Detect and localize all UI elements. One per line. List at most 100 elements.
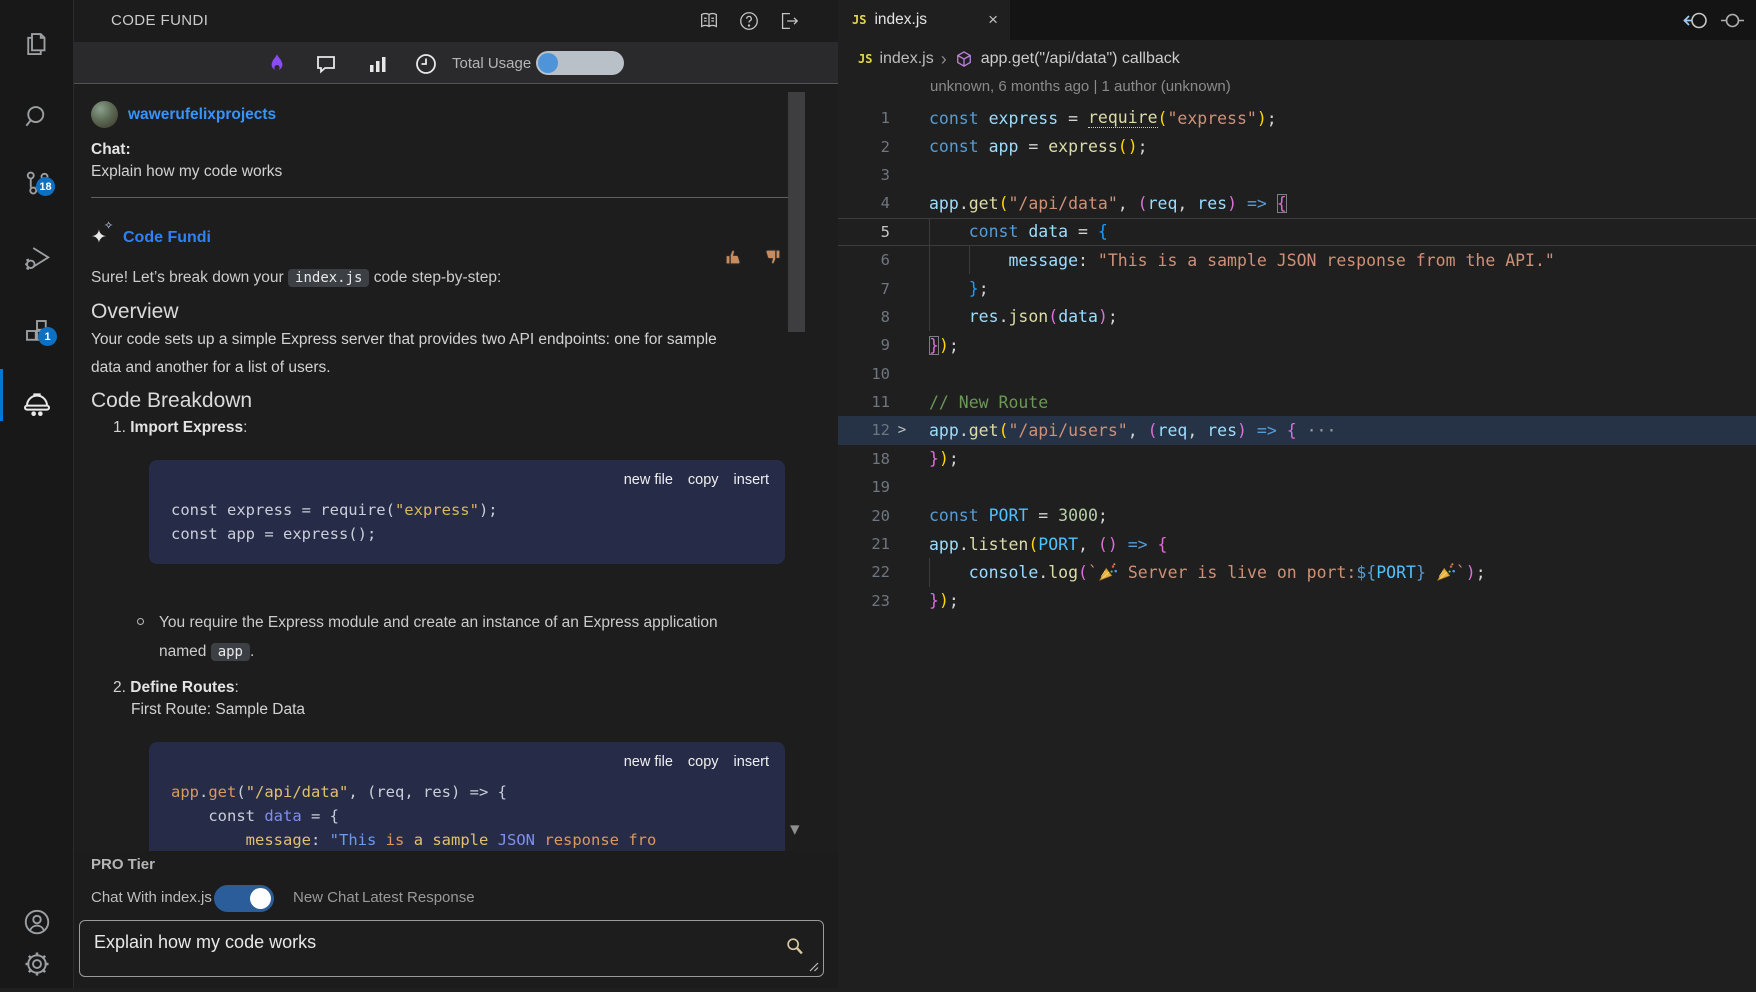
- codeblock-action-insert[interactable]: insert: [734, 472, 769, 488]
- run-debug-icon: [22, 243, 52, 273]
- scroll-down-icon[interactable]: ▾: [790, 818, 800, 841]
- code-block-actions: new file copy insert: [624, 472, 769, 488]
- codeblock-action-copy[interactable]: copy: [688, 754, 719, 770]
- back-reference-icon[interactable]: [1682, 7, 1709, 34]
- activity-source-control[interactable]: 18: [0, 155, 73, 211]
- codeblock-line: message: "This is a sample JSON response…: [171, 828, 765, 851]
- active-indicator: [0, 369, 3, 421]
- chat-message-area: wawerufelixprojects Chat: Explain how my…: [74, 85, 839, 851]
- user-message-text: Explain how my code works: [91, 163, 721, 181]
- flame-icon[interactable]: [263, 50, 291, 78]
- resize-grip-icon[interactable]: [807, 960, 819, 972]
- line-number: 18: [838, 450, 890, 468]
- user-message-header: wawerufelixprojects: [91, 101, 721, 128]
- codeblock-line: const data = {: [171, 804, 765, 828]
- thumbs-down-icon[interactable]: [761, 246, 783, 268]
- code-line-7[interactable]: 7 };: [838, 274, 1756, 302]
- overview-heading: Overview: [91, 300, 721, 324]
- fold-chevron-icon[interactable]: >: [890, 422, 914, 438]
- codeblock-line: app.get("/api/data", (req, res) => {: [171, 780, 765, 804]
- chat-scrollbar-thumb[interactable]: [788, 92, 805, 332]
- thumbs-up-icon[interactable]: [723, 246, 745, 268]
- code-lines[interactable]: 1const express = require("express");2con…: [838, 104, 1756, 615]
- breakdown-heading: Code Breakdown: [91, 389, 721, 413]
- git-blame-annotation: unknown, 6 months ago | 1 author (unknow…: [930, 78, 1231, 95]
- chat-with-file-toggle[interactable]: [214, 885, 274, 912]
- sign-out-icon[interactable]: [776, 8, 802, 34]
- new-chat-button[interactable]: New Chat: [293, 889, 359, 906]
- message-divider: [91, 197, 791, 198]
- line-number: 2: [838, 138, 890, 156]
- activity-extensions[interactable]: 1: [0, 303, 73, 359]
- code-line-18[interactable]: 18});: [838, 445, 1756, 473]
- toggle-knob: [538, 53, 558, 73]
- code-line-1[interactable]: 1const express = require("express");: [838, 104, 1756, 132]
- code-line-9[interactable]: 9});: [838, 331, 1756, 359]
- inline-code-indexjs: index.js: [288, 269, 369, 287]
- line-number: 6: [838, 251, 890, 269]
- chat-label: Chat:: [91, 141, 721, 159]
- code-line-11[interactable]: 11// New Route: [838, 388, 1756, 416]
- activity-code-fundi[interactable]: [0, 375, 73, 431]
- chat-code-block-2: new file copy insert app.get("/api/data", …: [149, 742, 785, 851]
- codeblock-action-insert[interactable]: insert: [734, 754, 769, 770]
- breadcrumb-symbol[interactable]: app.get("/api/data") callback: [981, 50, 1180, 68]
- code-line-22[interactable]: 22 console.log(` Server is live on port:…: [838, 558, 1756, 586]
- tab-label: index.js: [874, 11, 927, 29]
- symbol-cube-icon: [954, 49, 974, 69]
- close-tab-icon[interactable]: ×: [988, 10, 998, 30]
- overview-body: Your code sets up a simple Express serve…: [91, 326, 721, 382]
- activity-bar: 18 1: [0, 0, 73, 988]
- code-line-23[interactable]: 23});: [838, 587, 1756, 615]
- code-line-6[interactable]: 6 message: "This is a sample JSON respon…: [838, 246, 1756, 274]
- js-file-icon: JS: [858, 52, 872, 66]
- party-popper-icon: [1436, 562, 1456, 582]
- code-line-10[interactable]: 10: [838, 360, 1756, 388]
- list-item-2-sub: First Route: Sample Data: [131, 701, 721, 719]
- chevron-right-icon: ›: [941, 49, 947, 70]
- chat-code-block-1: new file copy insert const express = requi…: [149, 460, 785, 564]
- source-control-badge: 18: [36, 177, 55, 196]
- assistant-name[interactable]: Code Fundi: [123, 229, 211, 247]
- breadcrumb[interactable]: JS index.js › app.get("/api/data") callb…: [858, 42, 1180, 76]
- code-line-8[interactable]: 8 res.json(data);: [838, 303, 1756, 331]
- line-number: 12: [838, 421, 890, 439]
- code-line-19[interactable]: 19: [838, 473, 1756, 501]
- stats-bars-icon[interactable]: [364, 50, 392, 78]
- total-usage-toggle[interactable]: [536, 51, 624, 75]
- tab-indexjs[interactable]: JS index.js ×: [838, 0, 1010, 40]
- bullet-item: You require the Express module and creat…: [159, 608, 719, 667]
- inline-breakpoint-icon[interactable]: [1719, 7, 1746, 34]
- send-search-icon[interactable]: [784, 936, 806, 958]
- breadcrumb-file[interactable]: index.js: [879, 50, 933, 68]
- line-number: 3: [838, 166, 890, 184]
- code-line-20[interactable]: 20const PORT = 3000;: [838, 501, 1756, 529]
- help-icon[interactable]: [736, 8, 762, 34]
- user-name[interactable]: wawerufelixprojects: [128, 106, 276, 124]
- bullet-circle-icon: [137, 618, 144, 625]
- code-line-2[interactable]: 2const app = express();: [838, 132, 1756, 160]
- history-clock-icon[interactable]: [412, 50, 440, 78]
- activity-settings[interactable]: [0, 936, 73, 992]
- codeblock-action-new-file[interactable]: new file: [624, 754, 673, 770]
- latest-response-button[interactable]: Latest Response: [362, 889, 475, 906]
- codeblock-line: const express = require("express");: [171, 498, 765, 522]
- code-line-5[interactable]: 5 const data = {: [838, 218, 1756, 246]
- chat-bubble-icon[interactable]: [312, 50, 340, 78]
- code-line-3[interactable]: 3: [838, 161, 1756, 189]
- activity-run-debug[interactable]: [0, 230, 73, 286]
- codeblock-action-copy[interactable]: copy: [688, 472, 719, 488]
- line-number: 7: [838, 280, 890, 298]
- assistant-header: ✦✧ Code Fundi: [91, 228, 721, 247]
- editor-region: JS index.js × JS index.js › app.get("/ap…: [838, 0, 1756, 988]
- line-number: 11: [838, 393, 890, 411]
- prompt-input[interactable]: Explain how my code works: [79, 920, 824, 977]
- activity-explorer[interactable]: [0, 16, 73, 72]
- code-line-4[interactable]: 4app.get("/api/data", (req, res) => {: [838, 189, 1756, 217]
- code-line-12[interactable]: 12>app.get("/api/users", (req, res) => {…: [838, 416, 1756, 444]
- docs-book-icon[interactable]: [696, 8, 722, 34]
- line-number: 1: [838, 109, 890, 127]
- activity-search[interactable]: [0, 89, 73, 145]
- codeblock-action-new-file[interactable]: new file: [624, 472, 673, 488]
- code-line-21[interactable]: 21app.listen(PORT, () => {: [838, 530, 1756, 558]
